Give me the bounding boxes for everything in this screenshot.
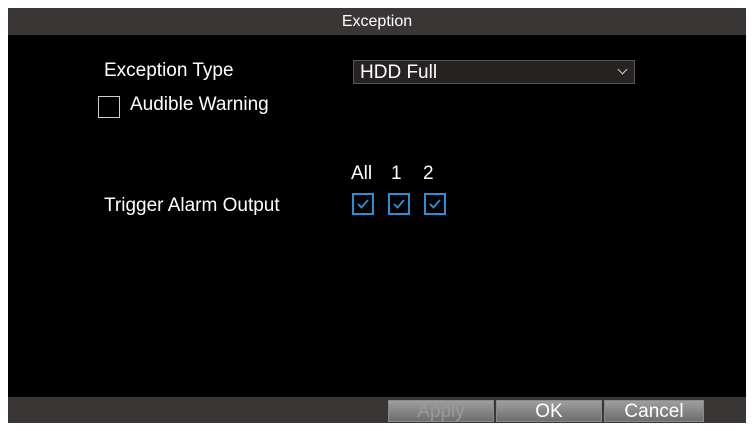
- audible-warning-checkbox[interactable]: [98, 96, 120, 118]
- dialog-footer: Apply OK Cancel: [8, 397, 746, 423]
- checkmark-icon: [429, 199, 441, 209]
- exception-type-value: HDD Full: [360, 62, 438, 83]
- checkmark-icon: [393, 199, 405, 209]
- chevron-down-icon: [617, 64, 628, 75]
- audible-warning-label: Audible Warning: [130, 94, 269, 115]
- cancel-button[interactable]: Cancel: [604, 400, 704, 422]
- alarm-2-checkbox[interactable]: [424, 193, 446, 215]
- alarm-all-checkbox[interactable]: [352, 193, 374, 215]
- exception-dialog: Exception Exception Type HDD Full Audibl…: [8, 8, 746, 423]
- alarm-1-checkbox[interactable]: [388, 193, 410, 215]
- ok-button[interactable]: OK: [496, 400, 602, 422]
- exception-type-label: Exception Type: [104, 60, 234, 81]
- apply-button[interactable]: Apply: [388, 400, 494, 422]
- dialog-title: Exception: [8, 8, 746, 35]
- alarm-column-2: 2: [423, 163, 434, 184]
- trigger-alarm-output-label: Trigger Alarm Output: [104, 195, 280, 216]
- alarm-column-all: All: [351, 163, 373, 184]
- checkmark-icon: [357, 199, 369, 209]
- exception-type-select[interactable]: HDD Full: [353, 60, 635, 84]
- alarm-column-1: 1: [391, 163, 402, 184]
